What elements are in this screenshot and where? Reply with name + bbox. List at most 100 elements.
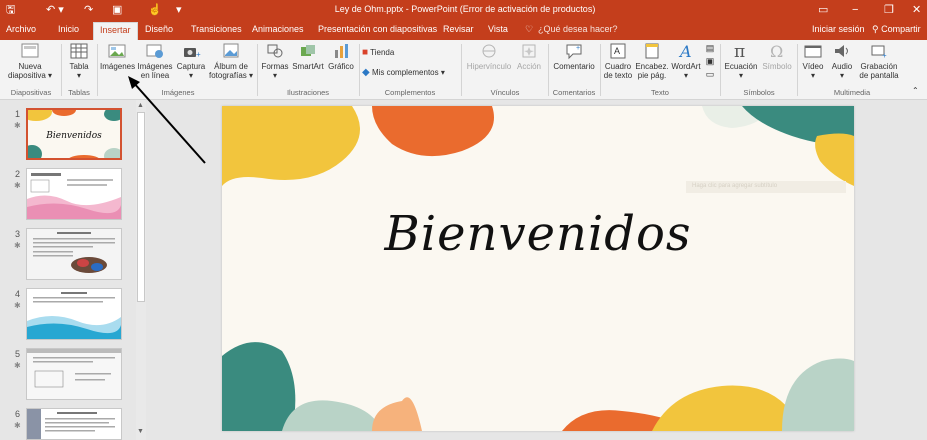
equation-button[interactable]: π Ecuación ▾ [723,42,759,80]
slide-thumbnail-6[interactable] [26,408,122,440]
slide-thumbnail-5[interactable] [26,348,122,400]
hyperlink-button[interactable]: Hipervínculo [465,42,513,71]
camera-icon: + [184,48,201,59]
share-button[interactable]: ⚲ Compartir [872,24,921,35]
slide-thumbnail-3[interactable] [26,228,122,280]
thumb-3-preview [27,229,121,279]
svg-text:Bienvenidos: Bienvenidos [45,131,102,141]
comment-label: Comentario [553,62,595,71]
date-time-icon[interactable]: ▤ [706,43,715,53]
close-icon[interactable]: ✕ [912,3,921,17]
symbol-button[interactable]: Ω Símbolo [760,42,794,71]
title-bar: 🖫 ↶ ▾ ↷ ▣ ☝ ▾ Ley de Ohm.pptx - PowerPoi… [0,0,927,20]
slide-title[interactable]: Bienvenidos [222,206,854,262]
tab-vista[interactable]: Vista [488,24,508,34]
addins-icon: ◆ [362,67,370,78]
screen-recording-label: Grabación [860,62,898,71]
smartart-button[interactable]: SmartArt [291,42,325,71]
tell-me-box[interactable]: ¿Qué desea hacer? [538,24,618,34]
pictures-button[interactable]: Imágenes [100,42,135,71]
audio-button[interactable]: Audio ▾ [828,42,856,80]
store-label: Tienda [370,48,395,57]
photo-album-icon [223,43,239,58]
slide-thumbnail-2[interactable] [26,168,122,220]
tab-animaciones[interactable]: Animaciones [252,24,304,34]
scroll-up-icon[interactable]: ▲ [137,102,144,109]
transition-icon: ✱ [14,121,21,130]
slide-number-icon[interactable]: ▣ [706,56,715,66]
textbox-label: Cuadro [604,62,632,71]
chart-icon [335,44,348,58]
store-icon: ■ [362,47,369,58]
tab-revisar[interactable]: Revisar [443,24,474,34]
presentation-start-icon[interactable]: ▣ [112,3,122,17]
group-label-multimedia: Multimedia [833,88,871,97]
restore-icon[interactable]: ❐ [884,3,894,17]
tab-presentacion[interactable]: Presentación con diapositivas [318,24,437,34]
transition-icon: ✱ [14,181,21,190]
touch-mode-icon[interactable]: ☝ [148,3,162,17]
tab-inicio[interactable]: Inicio [58,24,79,34]
equation-label: Ecuación [724,62,758,71]
video-label: Vídeo [802,62,824,71]
group-label-texto: Texto [651,88,669,97]
video-icon [804,45,822,58]
tab-diseno[interactable]: Diseño [145,24,173,34]
my-addins-button[interactable]: ◆ Mis complementos ▾ [362,67,445,78]
undo-icon[interactable]: ↶ ▾ [46,3,64,17]
slide-thumbnail-1[interactable]: Bienvenidos [26,108,122,160]
group-label-vinculos: Vínculos [490,88,520,97]
table-button[interactable]: Tabla ▾ [64,42,94,80]
redo-icon[interactable]: ↷ [84,3,93,17]
slide-thumbnail-4[interactable] [26,288,122,340]
text-small-buttons[interactable]: ▤ ▣ ▭ [703,42,717,81]
equation-sub: ▾ [738,71,743,80]
thumbnails-scrollbar[interactable]: ▲ ▼ [136,100,146,440]
group-label-ilustraciones: Ilustraciones [286,88,330,97]
photo-album-button[interactable]: Álbum de fotografías ▾ [208,42,254,80]
signin-link[interactable]: Iniciar sesión [812,24,865,34]
screen-recording-button[interactable]: + Grabación de pantalla [858,42,900,80]
svg-text:+: + [196,50,201,59]
screenshot-button[interactable]: + Captura ▾ [176,42,206,80]
chart-label: Gráfico [328,62,354,71]
subtitle-placeholder[interactable]: Haga clic para agregar subtítulo [686,181,846,193]
new-slide-button[interactable]: Nueva diapositiva ▾ [8,42,52,80]
comment-icon: + [566,44,582,60]
thumb-2-preview [27,169,121,219]
slide-number: 5 [15,349,21,359]
textbox-button[interactable]: A Cuadro de texto [603,42,633,80]
wordart-button[interactable]: A WordArt ▾ [670,42,702,80]
ribbon-display-icon[interactable]: ▭ [818,3,828,17]
chart-button[interactable]: Gráfico [326,42,356,71]
shapes-sub: ▾ [272,71,277,80]
scrollbar-thumb[interactable] [137,112,145,302]
slide-number: 3 [15,229,21,239]
minimize-icon[interactable]: − [852,3,858,17]
svg-text:π: π [734,42,745,60]
action-button[interactable]: Acción [514,42,544,71]
shapes-button[interactable]: Formas ▾ [260,42,290,80]
slide-number: 1 [15,109,21,119]
group-label-tablas: Tablas [68,88,90,97]
comment-button[interactable]: + Comentario [551,42,597,71]
header-footer-button[interactable]: Encabez. pie pág. [635,42,669,80]
video-button[interactable]: Vídeo ▾ [800,42,826,80]
window-title: Ley de Ohm.pptx - PowerPoint (Error de a… [334,4,596,14]
slide-number: 2 [15,169,21,179]
person-icon: ⚲ [872,24,882,34]
divider [97,44,98,96]
customize-qa-icon[interactable]: ▾ [176,3,182,17]
online-pictures-button[interactable]: Imágenes en línea [136,42,174,80]
save-icon[interactable]: 🖫 [6,3,15,17]
online-pictures-label: Imágenes [137,62,173,71]
collapse-ribbon-icon[interactable]: ⌃ [912,86,919,95]
tab-insertar[interactable]: Insertar [93,22,138,40]
object-icon[interactable]: ▭ [706,69,715,79]
tab-transiciones[interactable]: Transiciones [191,24,242,34]
tab-archivo[interactable]: Archivo [6,24,36,34]
store-button[interactable]: ■ Tienda [362,47,395,58]
scroll-down-icon[interactable]: ▼ [137,428,144,435]
current-slide[interactable]: Haga clic para agregar subtítulo Bienven… [222,106,854,431]
group-label-comentarios: Comentarios [552,88,596,97]
